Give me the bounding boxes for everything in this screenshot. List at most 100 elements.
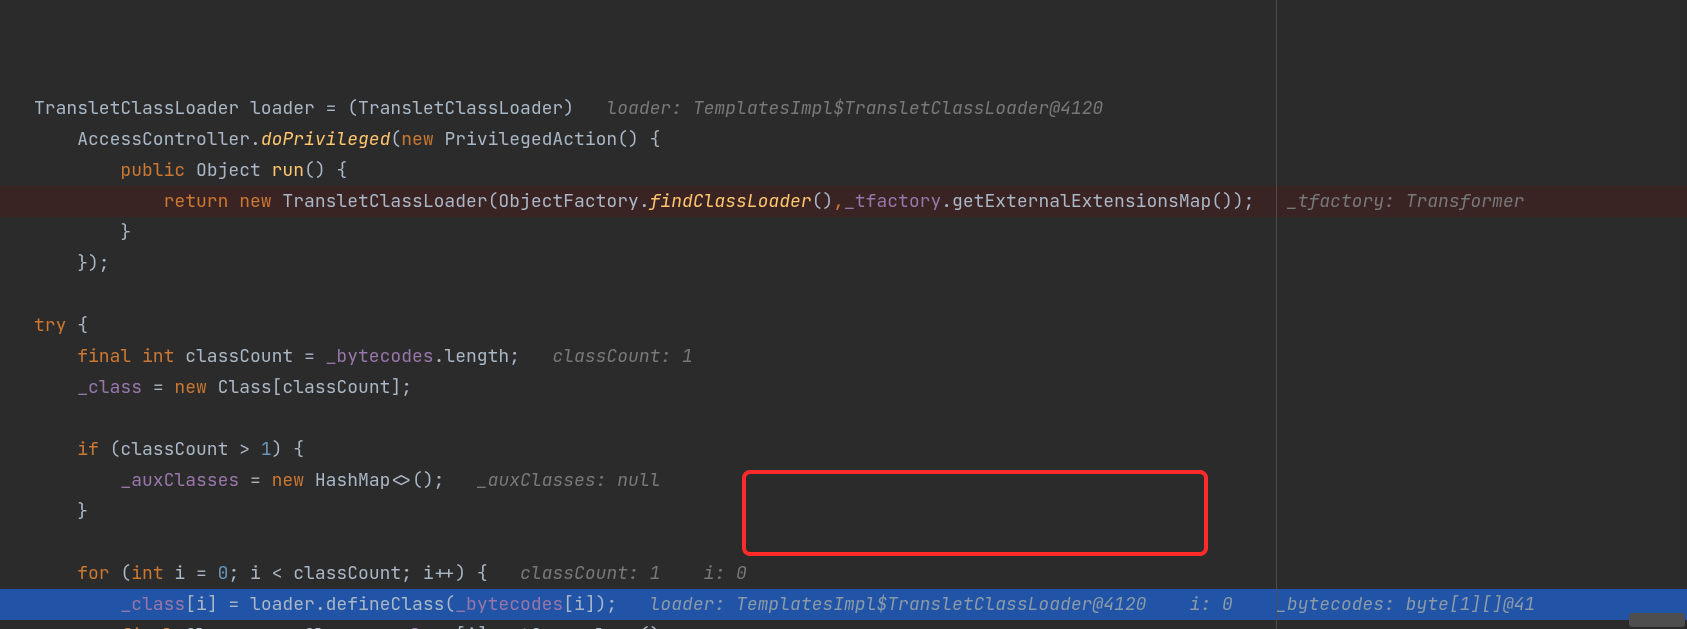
- code-editor[interactable]: TransletClassLoader loader = (TransletCl…: [0, 0, 1687, 629]
- code-token: HashMap<>();: [315, 469, 445, 492]
- code-token: _class: [120, 593, 185, 616]
- code-token: () {: [617, 128, 660, 151]
- code-line-content: final int classCount = _bytecodes.length…: [34, 345, 693, 368]
- code-line[interactable]: final int classCount = _bytecodes.length…: [0, 341, 1687, 372]
- code-token: run: [272, 159, 304, 182]
- code-line[interactable]: _auxClasses = new HashMap<>(); _auxClass…: [0, 465, 1687, 496]
- code-line-content: [34, 407, 45, 430]
- code-token: _bytecodes: [455, 593, 563, 616]
- code-token: try: [34, 314, 77, 337]
- code-line-content: final Class superClass = _class[i].getSu…: [34, 624, 671, 629]
- code-line[interactable]: return new TransletClassLoader(ObjectFac…: [0, 186, 1687, 217]
- code-token: (TransletClassLoader): [347, 97, 574, 120]
- code-line-content: }: [34, 500, 88, 523]
- code-token: [617, 593, 649, 616]
- code-line-content: return new TransletClassLoader(ObjectFac…: [34, 190, 1524, 213]
- code-line[interactable]: _class = new Class[classCount];: [0, 372, 1687, 403]
- code-token: [574, 97, 606, 120]
- code-line-content: _auxClasses = new HashMap<>(); _auxClass…: [34, 469, 660, 492]
- code-line[interactable]: [0, 527, 1687, 558]
- code-token: [520, 345, 552, 368]
- code-token: Object: [196, 159, 272, 182]
- code-line-content: try {: [34, 314, 88, 337]
- code-token: (: [390, 128, 401, 151]
- code-line-content: if (classCount > 1) {: [34, 438, 304, 461]
- code-token: [i].getSuperclass();: [455, 624, 671, 629]
- code-line[interactable]: final Class superClass = _class[i].getSu…: [0, 620, 1687, 629]
- code-line[interactable]: }: [0, 496, 1687, 527]
- code-token: new: [174, 376, 217, 399]
- code-line[interactable]: public Object run() {: [0, 155, 1687, 186]
- code-line-content: for (int i = 0; i < classCount; i++) { c…: [34, 562, 747, 585]
- code-token: AccessController.: [77, 128, 261, 151]
- code-token: classCount =: [185, 345, 325, 368]
- code-token: ,: [833, 190, 844, 213]
- code-line-content: [34, 531, 45, 554]
- code-token: TransletClassLoader loader: [34, 97, 326, 120]
- code-token: _class: [390, 624, 455, 629]
- code-token: _tfactory: [844, 190, 941, 213]
- code-token: .getExternalExtensionsMap());: [941, 190, 1254, 213]
- code-line-content: });: [34, 252, 110, 275]
- code-token: [i]);: [563, 593, 617, 616]
- code-token: (: [120, 562, 131, 585]
- code-token: TransletClassLoader(ObjectFactory.: [282, 190, 649, 213]
- code-token: 0: [218, 562, 229, 585]
- code-token: new: [401, 128, 444, 151]
- code-token: }: [120, 221, 131, 244]
- inline-debug-hint: classCount: 1 i: 0: [520, 562, 747, 585]
- code-token: }: [77, 500, 88, 523]
- code-line[interactable]: try {: [0, 310, 1687, 341]
- code-token: i =: [174, 562, 217, 585]
- code-line-content: public Object run() {: [34, 159, 347, 182]
- code-line[interactable]: AccessController.doPrivileged(new Privil…: [0, 124, 1687, 155]
- code-line-content: _class[i] = loader.defineClass(_bytecode…: [34, 593, 1535, 616]
- code-line[interactable]: _class[i] = loader.defineClass(_bytecode…: [0, 589, 1687, 620]
- code-token: for: [77, 562, 120, 585]
- code-line[interactable]: });: [0, 248, 1687, 279]
- code-line[interactable]: for (int i = 0; i < classCount; i++) { c…: [0, 558, 1687, 589]
- code-token: _auxClasses: [120, 469, 239, 492]
- code-token: _class: [77, 376, 142, 399]
- horizontal-scrollbar-thumb[interactable]: [1629, 613, 1685, 627]
- code-token: return new: [164, 190, 283, 213]
- code-line[interactable]: [0, 403, 1687, 434]
- code-line-content: TransletClassLoader loader = (TransletCl…: [34, 97, 1103, 120]
- code-token: [488, 562, 520, 585]
- code-token: Class superClass =: [185, 624, 390, 629]
- code-token: [444, 469, 476, 492]
- code-token: Class[classCount];: [218, 376, 412, 399]
- code-token: doPrivileged: [261, 128, 391, 151]
- code-token: 1: [261, 438, 272, 461]
- code-token: });: [77, 252, 109, 275]
- code-line-content: [34, 283, 45, 306]
- code-token: (classCount >: [110, 438, 261, 461]
- code-line-content: AccessController.doPrivileged(new Privil…: [34, 128, 660, 151]
- inline-debug-hint: _tfactory: Transformer: [1287, 190, 1525, 213]
- code-token: if: [77, 438, 109, 461]
- code-token: ; i < classCount; i++) {: [228, 562, 487, 585]
- code-line-content: }: [34, 221, 131, 244]
- code-token: final int: [77, 345, 185, 368]
- inline-debug-hint: classCount: 1: [552, 345, 692, 368]
- code-token: =: [142, 376, 174, 399]
- inline-debug-hint: loader: TemplatesImpl$TransletClassLoade…: [606, 97, 1103, 120]
- code-line[interactable]: if (classCount > 1) {: [0, 434, 1687, 465]
- code-token: public: [120, 159, 196, 182]
- code-token: {: [77, 314, 88, 337]
- right-margin-guide: [1276, 0, 1277, 629]
- code-token: _bytecodes: [326, 345, 434, 368]
- code-token: PrivilegedAction: [444, 128, 617, 151]
- code-line[interactable]: [0, 279, 1687, 310]
- code-line[interactable]: }: [0, 217, 1687, 248]
- code-token: int: [131, 562, 174, 585]
- code-line[interactable]: TransletClassLoader loader = (TransletCl…: [0, 93, 1687, 124]
- code-line-content: _class = new Class[classCount];: [34, 376, 412, 399]
- code-token: final: [120, 624, 185, 629]
- code-token: findClassLoader: [650, 190, 812, 213]
- inline-debug-hint: _auxClasses: null: [477, 469, 661, 492]
- code-token: () {: [304, 159, 347, 182]
- code-token: new: [272, 469, 315, 492]
- code-token: =: [326, 97, 348, 120]
- code-token: [1254, 190, 1286, 213]
